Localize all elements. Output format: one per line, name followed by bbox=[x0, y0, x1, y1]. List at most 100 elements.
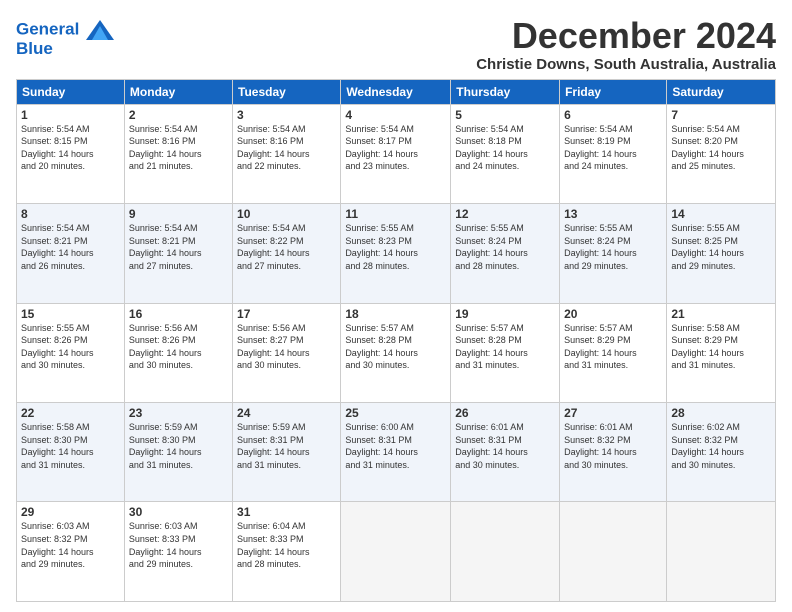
calendar-cell: 19 Sunrise: 5:57 AM Sunset: 8:28 PM Dayl… bbox=[451, 303, 560, 402]
day-number: 5 bbox=[455, 108, 555, 122]
day-info: Sunrise: 5:54 AM Sunset: 8:18 PM Dayligh… bbox=[455, 123, 555, 173]
calendar-cell: 1 Sunrise: 5:54 AM Sunset: 8:15 PM Dayli… bbox=[17, 104, 125, 203]
calendar-cell bbox=[451, 502, 560, 602]
day-info: Sunrise: 6:00 AM Sunset: 8:31 PM Dayligh… bbox=[345, 421, 446, 471]
day-number: 28 bbox=[671, 406, 771, 420]
calendar-table: SundayMondayTuesdayWednesdayThursdayFrid… bbox=[16, 79, 776, 602]
calendar-cell: 30 Sunrise: 6:03 AM Sunset: 8:33 PM Dayl… bbox=[124, 502, 232, 602]
day-number: 20 bbox=[564, 307, 662, 321]
day-number: 3 bbox=[237, 108, 336, 122]
day-info: Sunrise: 6:04 AM Sunset: 8:33 PM Dayligh… bbox=[237, 520, 336, 570]
weekday-header: Wednesday bbox=[341, 79, 451, 104]
calendar-cell: 10 Sunrise: 5:54 AM Sunset: 8:22 PM Dayl… bbox=[233, 204, 341, 303]
weekday-header: Friday bbox=[560, 79, 667, 104]
weekday-header: Tuesday bbox=[233, 79, 341, 104]
calendar-cell: 31 Sunrise: 6:04 AM Sunset: 8:33 PM Dayl… bbox=[233, 502, 341, 602]
day-number: 9 bbox=[129, 207, 228, 221]
calendar-cell: 21 Sunrise: 5:58 AM Sunset: 8:29 PM Dayl… bbox=[667, 303, 776, 402]
calendar-cell: 5 Sunrise: 5:54 AM Sunset: 8:18 PM Dayli… bbox=[451, 104, 560, 203]
day-number: 25 bbox=[345, 406, 446, 420]
logo-icon bbox=[86, 20, 114, 40]
header: General Blue December 2024 Christie Down… bbox=[16, 16, 776, 73]
day-number: 2 bbox=[129, 108, 228, 122]
logo-text: General bbox=[16, 20, 114, 40]
calendar-cell: 11 Sunrise: 5:55 AM Sunset: 8:23 PM Dayl… bbox=[341, 204, 451, 303]
day-number: 4 bbox=[345, 108, 446, 122]
calendar-cell: 22 Sunrise: 5:58 AM Sunset: 8:30 PM Dayl… bbox=[17, 403, 125, 502]
day-info: Sunrise: 5:55 AM Sunset: 8:26 PM Dayligh… bbox=[21, 322, 120, 372]
day-number: 10 bbox=[237, 207, 336, 221]
day-info: Sunrise: 6:01 AM Sunset: 8:32 PM Dayligh… bbox=[564, 421, 662, 471]
calendar-cell: 3 Sunrise: 5:54 AM Sunset: 8:16 PM Dayli… bbox=[233, 104, 341, 203]
day-info: Sunrise: 5:57 AM Sunset: 8:28 PM Dayligh… bbox=[345, 322, 446, 372]
day-info: Sunrise: 5:57 AM Sunset: 8:29 PM Dayligh… bbox=[564, 322, 662, 372]
day-number: 24 bbox=[237, 406, 336, 420]
day-info: Sunrise: 5:54 AM Sunset: 8:19 PM Dayligh… bbox=[564, 123, 662, 173]
day-info: Sunrise: 6:03 AM Sunset: 8:33 PM Dayligh… bbox=[129, 520, 228, 570]
day-info: Sunrise: 5:58 AM Sunset: 8:29 PM Dayligh… bbox=[671, 322, 771, 372]
calendar-cell: 4 Sunrise: 5:54 AM Sunset: 8:17 PM Dayli… bbox=[341, 104, 451, 203]
calendar-cell: 18 Sunrise: 5:57 AM Sunset: 8:28 PM Dayl… bbox=[341, 303, 451, 402]
day-number: 1 bbox=[21, 108, 120, 122]
day-info: Sunrise: 5:59 AM Sunset: 8:31 PM Dayligh… bbox=[237, 421, 336, 471]
calendar-cell: 24 Sunrise: 5:59 AM Sunset: 8:31 PM Dayl… bbox=[233, 403, 341, 502]
day-info: Sunrise: 5:58 AM Sunset: 8:30 PM Dayligh… bbox=[21, 421, 120, 471]
calendar-cell: 27 Sunrise: 6:01 AM Sunset: 8:32 PM Dayl… bbox=[560, 403, 667, 502]
calendar-cell: 29 Sunrise: 6:03 AM Sunset: 8:32 PM Dayl… bbox=[17, 502, 125, 602]
day-info: Sunrise: 5:55 AM Sunset: 8:23 PM Dayligh… bbox=[345, 222, 446, 272]
calendar-cell: 28 Sunrise: 6:02 AM Sunset: 8:32 PM Dayl… bbox=[667, 403, 776, 502]
calendar-cell: 13 Sunrise: 5:55 AM Sunset: 8:24 PM Dayl… bbox=[560, 204, 667, 303]
title-block: December 2024 Christie Downs, South Aust… bbox=[476, 16, 776, 73]
location-title: Christie Downs, South Australia, Austral… bbox=[476, 56, 776, 73]
day-number: 23 bbox=[129, 406, 228, 420]
day-number: 14 bbox=[671, 207, 771, 221]
calendar-cell: 12 Sunrise: 5:55 AM Sunset: 8:24 PM Dayl… bbox=[451, 204, 560, 303]
weekday-header: Sunday bbox=[17, 79, 125, 104]
day-number: 22 bbox=[21, 406, 120, 420]
day-number: 12 bbox=[455, 207, 555, 221]
calendar-cell: 20 Sunrise: 5:57 AM Sunset: 8:29 PM Dayl… bbox=[560, 303, 667, 402]
weekday-header: Monday bbox=[124, 79, 232, 104]
day-info: Sunrise: 5:59 AM Sunset: 8:30 PM Dayligh… bbox=[129, 421, 228, 471]
day-info: Sunrise: 6:01 AM Sunset: 8:31 PM Dayligh… bbox=[455, 421, 555, 471]
weekday-header: Thursday bbox=[451, 79, 560, 104]
day-number: 21 bbox=[671, 307, 771, 321]
day-number: 8 bbox=[21, 207, 120, 221]
day-info: Sunrise: 5:54 AM Sunset: 8:20 PM Dayligh… bbox=[671, 123, 771, 173]
calendar-cell: 26 Sunrise: 6:01 AM Sunset: 8:31 PM Dayl… bbox=[451, 403, 560, 502]
calendar-cell: 23 Sunrise: 5:59 AM Sunset: 8:30 PM Dayl… bbox=[124, 403, 232, 502]
logo-line2: Blue bbox=[16, 40, 114, 59]
calendar-cell: 9 Sunrise: 5:54 AM Sunset: 8:21 PM Dayli… bbox=[124, 204, 232, 303]
calendar-cell: 8 Sunrise: 5:54 AM Sunset: 8:21 PM Dayli… bbox=[17, 204, 125, 303]
calendar-cell: 14 Sunrise: 5:55 AM Sunset: 8:25 PM Dayl… bbox=[667, 204, 776, 303]
day-number: 16 bbox=[129, 307, 228, 321]
day-number: 13 bbox=[564, 207, 662, 221]
day-number: 6 bbox=[564, 108, 662, 122]
calendar-cell: 25 Sunrise: 6:00 AM Sunset: 8:31 PM Dayl… bbox=[341, 403, 451, 502]
day-number: 18 bbox=[345, 307, 446, 321]
day-info: Sunrise: 5:54 AM Sunset: 8:16 PM Dayligh… bbox=[237, 123, 336, 173]
day-number: 7 bbox=[671, 108, 771, 122]
calendar-cell bbox=[667, 502, 776, 602]
calendar-cell bbox=[341, 502, 451, 602]
calendar-cell: 16 Sunrise: 5:56 AM Sunset: 8:26 PM Dayl… bbox=[124, 303, 232, 402]
day-number: 26 bbox=[455, 406, 555, 420]
day-info: Sunrise: 6:03 AM Sunset: 8:32 PM Dayligh… bbox=[21, 520, 120, 570]
day-number: 27 bbox=[564, 406, 662, 420]
day-info: Sunrise: 5:56 AM Sunset: 8:26 PM Dayligh… bbox=[129, 322, 228, 372]
day-info: Sunrise: 5:57 AM Sunset: 8:28 PM Dayligh… bbox=[455, 322, 555, 372]
day-number: 31 bbox=[237, 505, 336, 519]
day-number: 19 bbox=[455, 307, 555, 321]
calendar-cell: 17 Sunrise: 5:56 AM Sunset: 8:27 PM Dayl… bbox=[233, 303, 341, 402]
weekday-header: Saturday bbox=[667, 79, 776, 104]
calendar-cell: 7 Sunrise: 5:54 AM Sunset: 8:20 PM Dayli… bbox=[667, 104, 776, 203]
calendar-cell: 15 Sunrise: 5:55 AM Sunset: 8:26 PM Dayl… bbox=[17, 303, 125, 402]
day-info: Sunrise: 5:54 AM Sunset: 8:21 PM Dayligh… bbox=[21, 222, 120, 272]
calendar-cell: 2 Sunrise: 5:54 AM Sunset: 8:16 PM Dayli… bbox=[124, 104, 232, 203]
day-number: 17 bbox=[237, 307, 336, 321]
calendar-cell bbox=[560, 502, 667, 602]
day-info: Sunrise: 6:02 AM Sunset: 8:32 PM Dayligh… bbox=[671, 421, 771, 471]
day-info: Sunrise: 5:56 AM Sunset: 8:27 PM Dayligh… bbox=[237, 322, 336, 372]
day-info: Sunrise: 5:55 AM Sunset: 8:24 PM Dayligh… bbox=[455, 222, 555, 272]
day-number: 29 bbox=[21, 505, 120, 519]
